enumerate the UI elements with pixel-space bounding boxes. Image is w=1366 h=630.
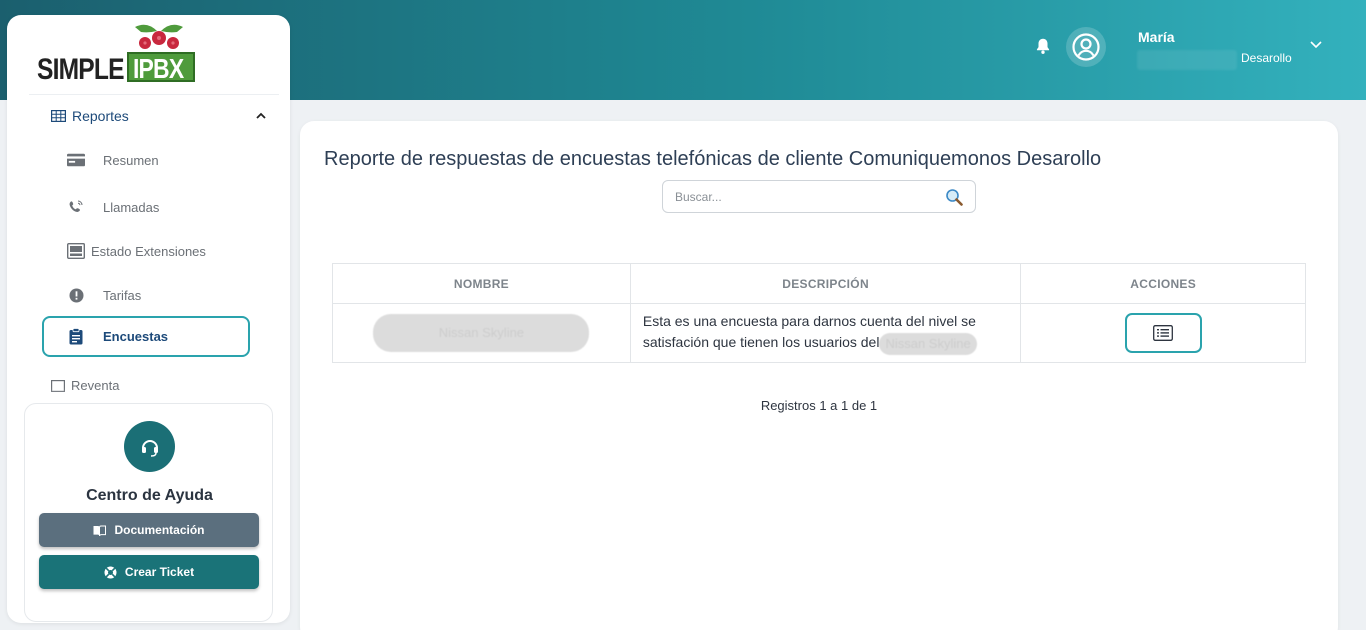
logo[interactable]: SIMPLE IPBX (37, 23, 207, 95)
logo-text-ipbx: IPBX (133, 53, 184, 84)
reventa-icon (51, 379, 65, 392)
column-header-acciones: ACCIONES (1020, 263, 1306, 304)
search-input[interactable] (675, 181, 935, 212)
description-line-2: satisfación que tienen los usuarios del (642, 334, 880, 351)
table-icon (51, 110, 66, 122)
sidebar-section-label: Reportes (72, 108, 129, 124)
description-redacted: Nissan Skyline (879, 332, 977, 355)
records-count: Registros 1 a 1 de 1 (760, 398, 878, 413)
bell-icon[interactable] (1034, 37, 1052, 55)
user-name: María (1138, 29, 1175, 45)
sidebar-item-resumen[interactable]: Resumen (67, 152, 159, 168)
main-content-card: Reporte de respuestas de encuestas telef… (300, 121, 1338, 630)
headset-icon (124, 421, 175, 472)
lifebuoy-icon (104, 566, 117, 578)
documentation-button-label: Documentación (114, 523, 205, 537)
device-icon (67, 243, 85, 259)
cell-actions (1020, 303, 1306, 363)
sidebar-item-estado-extensiones[interactable]: Estado Extensiones (67, 243, 206, 259)
list-icon (1153, 325, 1174, 341)
cell-name: Nissan Skyline (332, 303, 631, 363)
page-title: Reporte de respuestas de encuestas telef… (324, 148, 1102, 170)
chevron-down-icon[interactable] (1309, 40, 1323, 50)
card-icon (67, 152, 85, 168)
table-row: Nissan Skyline Esta es una encuesta para… (332, 303, 1306, 363)
book-icon (93, 525, 107, 536)
phone-icon (67, 199, 85, 215)
help-center-title: Centro de Ayuda (86, 487, 213, 504)
surveys-table: NOMBRE DESCRIPCIÓN ACCIONES Nissan Skyli… (332, 263, 1306, 363)
create-ticket-button-label: Crear Ticket (124, 565, 195, 579)
sidebar-item-label: Estado Extensiones (91, 243, 206, 259)
logo-ipbx-box: IPBX (127, 52, 195, 84)
logo-text-simple: SIMPLE (37, 53, 124, 86)
sidebar-item-llamadas[interactable]: Llamadas (67, 199, 159, 215)
user-icon (1072, 33, 1100, 61)
sidebar-section-reventa[interactable]: Reventa (51, 378, 119, 393)
redacted-text (1137, 50, 1237, 70)
raspberry-logo-icon (135, 24, 183, 49)
view-details-button[interactable] (1124, 313, 1202, 353)
sidebar-item-encuestas[interactable]: Encuestas (42, 316, 250, 357)
alert-icon (67, 287, 85, 303)
sidebar-item-label: Resumen (103, 152, 159, 168)
search-icon[interactable] (945, 188, 963, 206)
sidebar-section-label: Reventa (71, 378, 120, 393)
sidebar-item-tarifas[interactable]: Tarifas (67, 287, 141, 303)
table-header-row: NOMBRE DESCRIPCIÓN ACCIONES (332, 263, 1306, 304)
sidebar-item-label: Encuestas (103, 329, 169, 344)
column-header-nombre[interactable]: NOMBRE (332, 263, 631, 304)
search-box (662, 180, 976, 213)
help-center-card: Centro de Ayuda Documentación Crear Tick… (24, 403, 273, 622)
user-company: Desarollo (1241, 51, 1292, 65)
sidebar-item-label: Llamadas (103, 199, 160, 215)
clipboard-icon (67, 328, 85, 345)
chevron-up-icon[interactable] (256, 112, 266, 120)
documentation-button[interactable]: Documentación (39, 513, 259, 547)
survey-name: Nissan Skyline (373, 314, 590, 352)
column-header-descripcion[interactable]: DESCRIPCIÓN (629, 263, 1022, 304)
sidebar: SIMPLE IPBX Reportes Resumen Llamadas Es… (7, 15, 290, 623)
cell-description: Esta es una encuesta para darnos cuenta … (629, 303, 1022, 363)
description-line-1: Esta es una encuesta para darnos cuenta … (642, 313, 976, 330)
sidebar-item-label: Tarifas (103, 287, 142, 303)
sidebar-section-reportes[interactable]: Reportes (51, 108, 266, 124)
create-ticket-button[interactable]: Crear Ticket (39, 555, 259, 589)
divider (29, 94, 279, 95)
avatar[interactable] (1066, 27, 1106, 67)
